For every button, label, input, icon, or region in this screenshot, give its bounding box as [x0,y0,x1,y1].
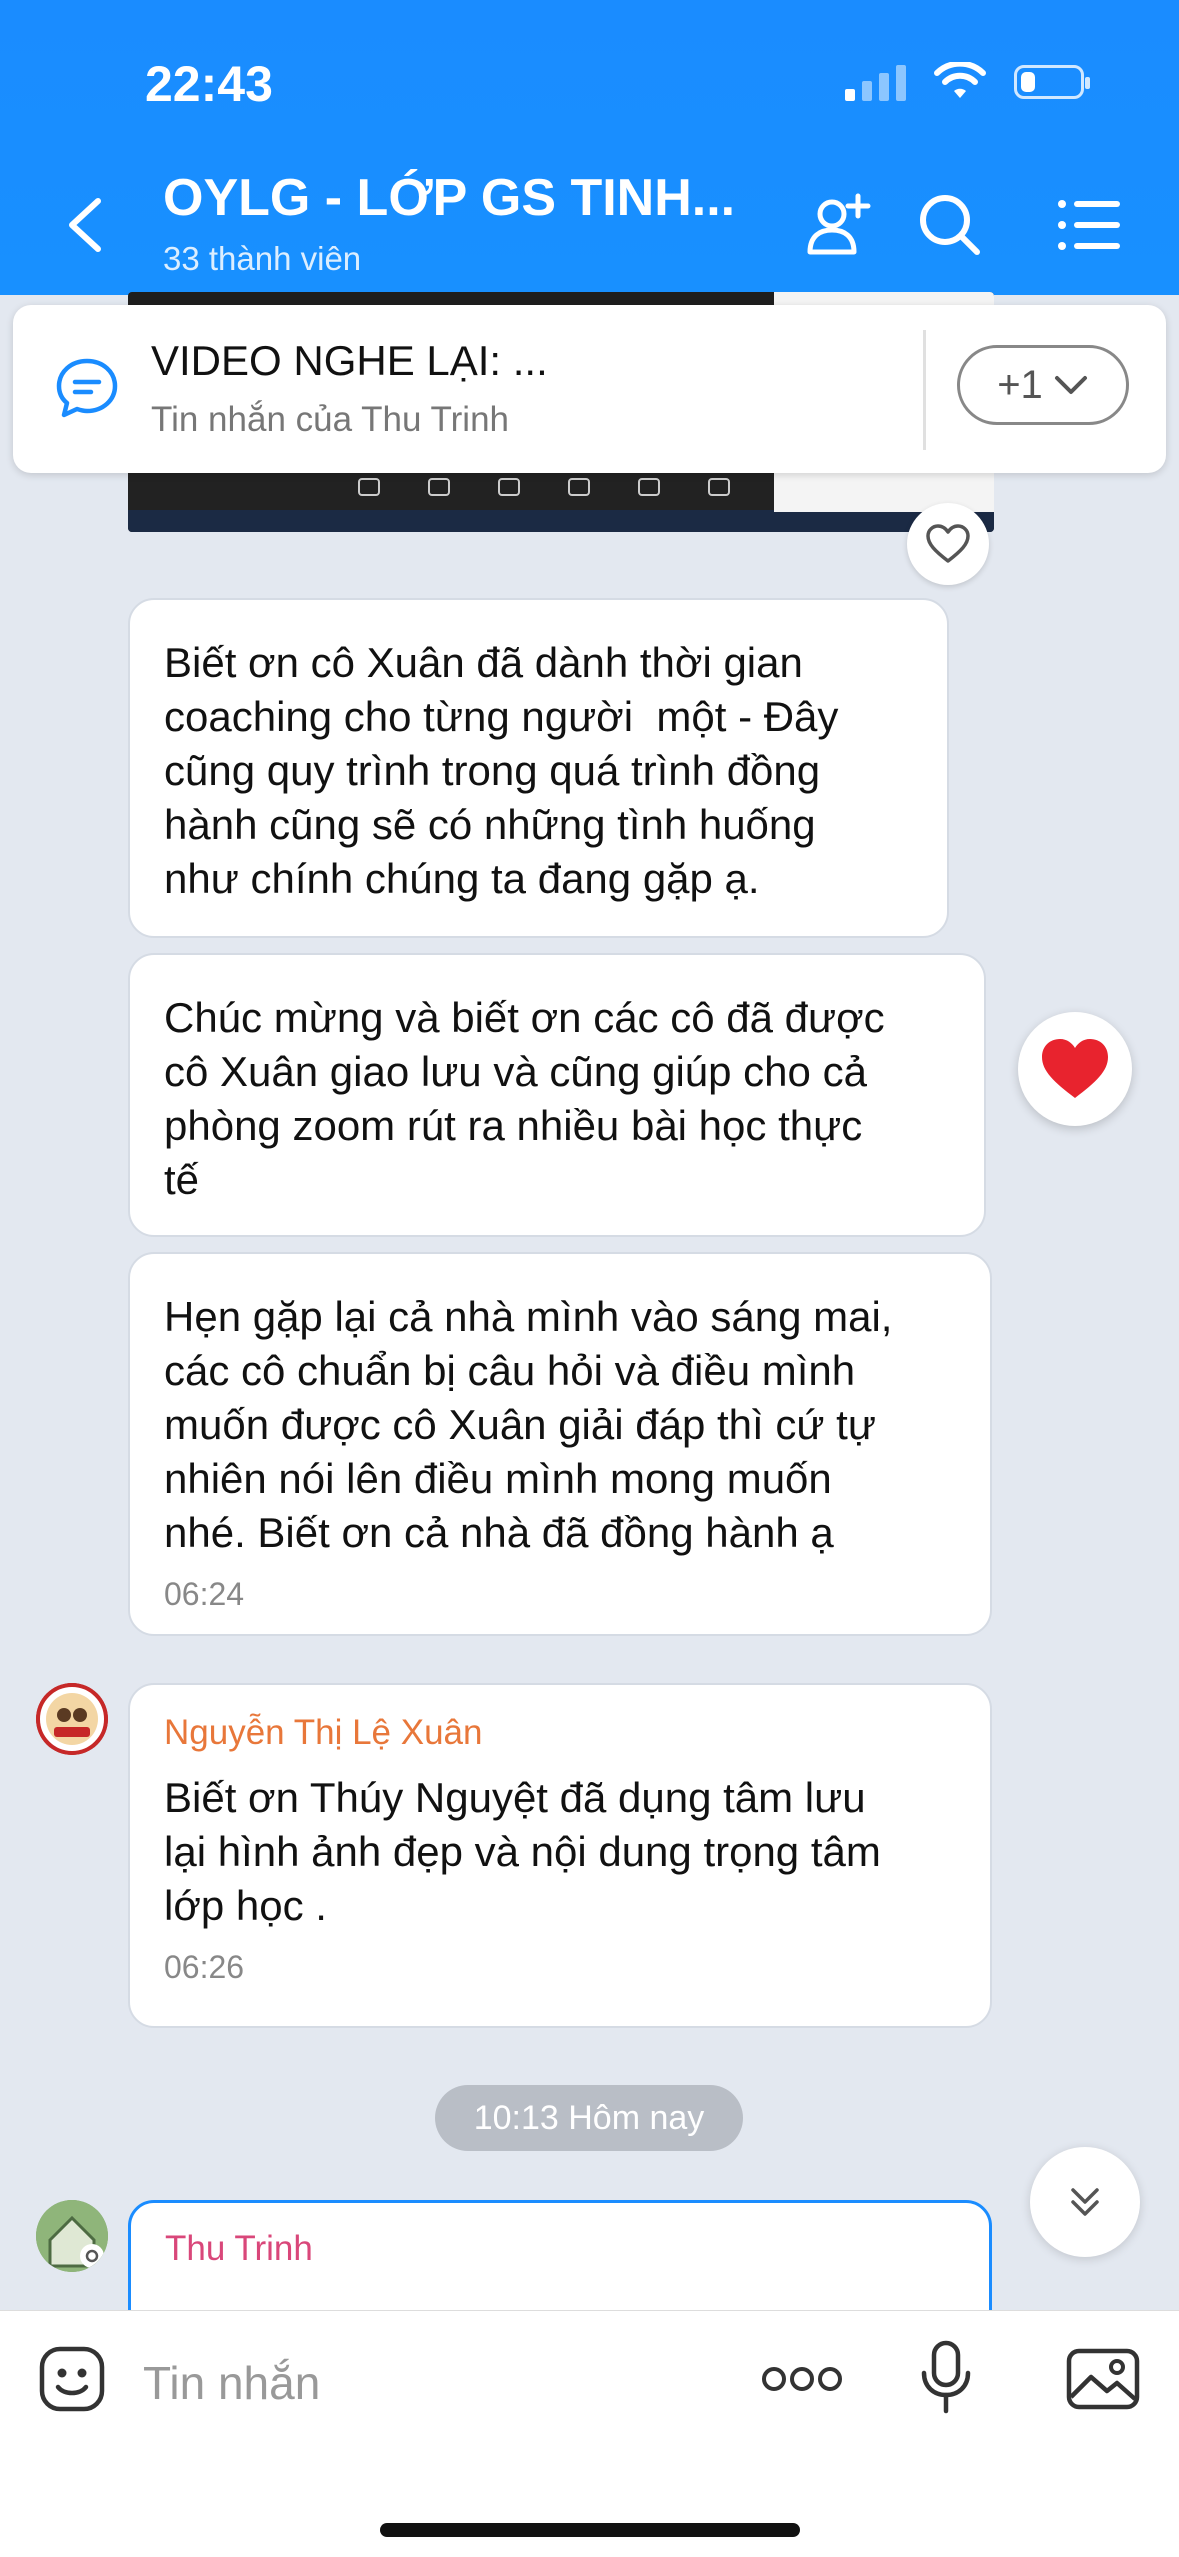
avatar-image [36,2200,108,2272]
gallery-image-icon[interactable] [1065,2347,1141,2411]
heart-filled-icon [1042,1039,1108,1098]
pinned-more-label: +1 [997,362,1043,407]
composer-bar: Tin nhắn [0,2310,1179,2557]
message-bubble[interactable]: Nguyễn Thị Lệ Xuân Biết ơn Thúy Nguyệt đ… [128,1683,992,2028]
sticker-emoji-icon[interactable] [36,2343,108,2415]
heart-reaction-button[interactable] [1018,1012,1132,1126]
avatar-image [36,1683,108,1755]
more-options-icon[interactable] [760,2361,844,2397]
pinned-subtitle: Tin nhắn của Thu Trinh [151,400,509,439]
message-text: Biết ơn Thúy Nguyệt đã dụng tâm lưu lại … [164,1774,881,1929]
divider [923,330,926,450]
add-member-icon[interactable] [802,190,872,260]
wifi-icon [934,62,986,98]
chat-header: 22:43 OYLG - LỚP GS TINH... 33 thành viê… [0,0,1179,295]
scroll-to-bottom-button[interactable] [1030,2147,1140,2257]
chat-bubble-icon [56,358,118,418]
member-count[interactable]: 33 thành viên [163,240,361,278]
status-icons [845,62,1090,102]
avatar[interactable] [36,1683,108,1755]
date-separator: 10:13 Hôm nay [435,2085,743,2151]
message-time: 06:24 [164,1576,245,1612]
react-heart-button[interactable] [907,503,989,585]
microphone-icon[interactable] [918,2339,974,2415]
status-time: 22:43 [145,56,273,112]
message-input[interactable]: Tin nhắn [143,2356,320,2410]
message-text: Chúc mừng và biết ơn các cô đã được cô X… [164,994,885,1203]
chevron-down-icon [1054,376,1087,394]
message-text: Hẹn gặp lại cả nhà mình vào sáng mai, cá… [164,1293,893,1556]
message-bubble[interactable]: Biết ơn cô Xuân đã dành thời gian coachi… [128,598,949,938]
menu-list-icon[interactable] [1054,190,1124,260]
message-time: 06:26 [164,1949,245,1985]
search-icon[interactable] [915,190,985,260]
pinned-message-banner[interactable]: VIDEO NGHE LẠI: ... Tin nhắn của Thu Tri… [13,305,1166,473]
avatar[interactable] [36,2200,108,2272]
cellular-signal-icon [845,63,906,101]
heart-outline-icon [926,524,970,563]
sender-name[interactable]: Nguyễn Thị Lệ Xuân [164,1713,956,1753]
pinned-title: VIDEO NGHE LẠI: ... [151,337,548,384]
home-indicator [380,2523,800,2537]
pinned-more-button[interactable]: +1 [957,345,1129,425]
message-text: Biết ơn cô Xuân đã dành thời gian coachi… [164,639,839,902]
sender-name[interactable]: Thu Trinh [165,2229,955,2269]
battery-icon [1014,65,1090,99]
back-arrow-icon[interactable] [60,195,108,255]
double-chevron-down-icon [1071,2188,1099,2216]
message-bubble[interactable]: Chúc mừng và biết ơn các cô đã được cô X… [128,953,986,1237]
group-title[interactable]: OYLG - LỚP GS TINH... [163,168,735,228]
message-bubble[interactable]: Hẹn gặp lại cả nhà mình vào sáng mai, cá… [128,1252,992,1636]
